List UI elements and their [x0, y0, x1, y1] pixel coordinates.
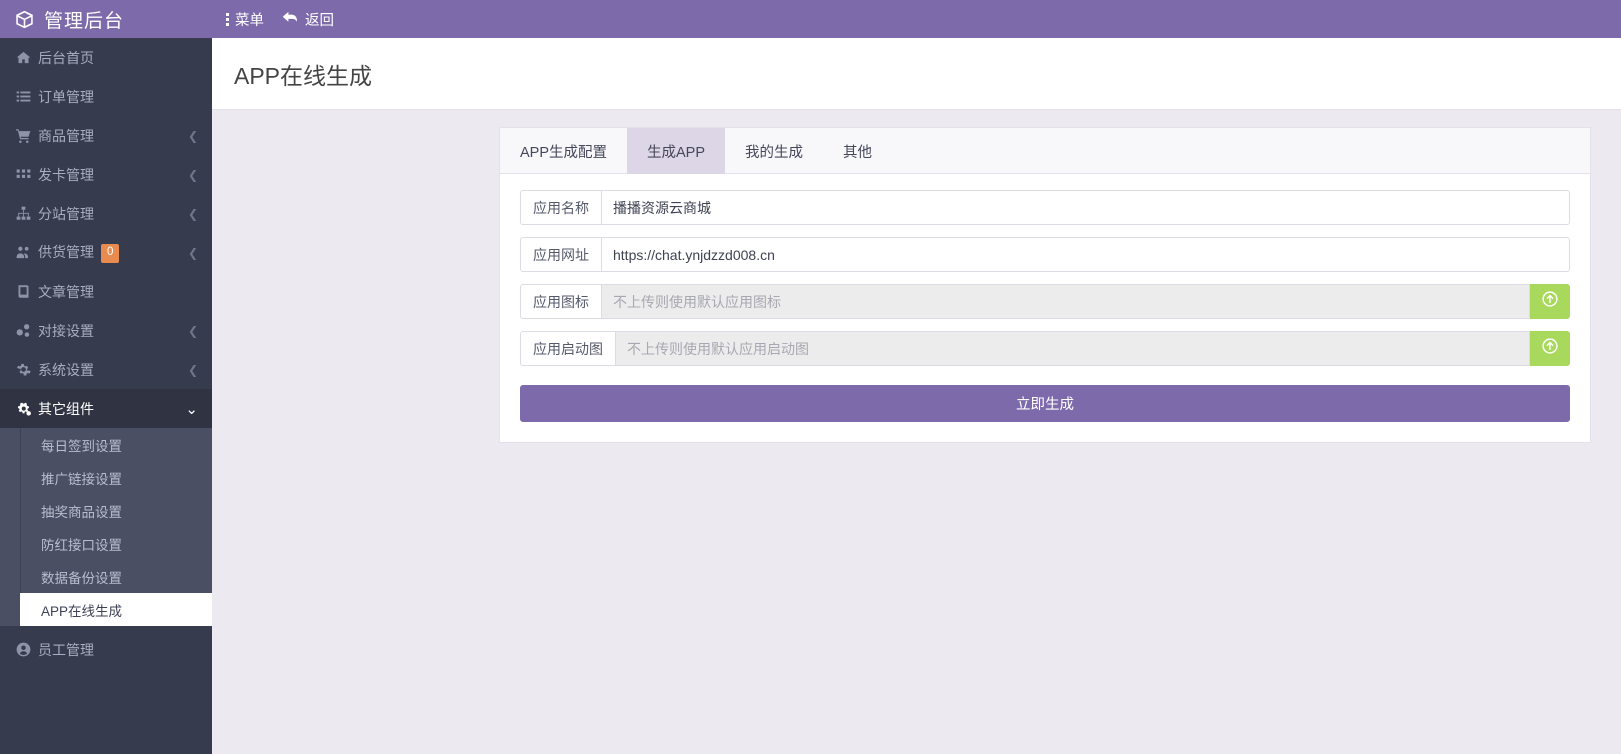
sidebar-item-orders[interactable]: 订单管理	[0, 77, 212, 116]
app-icon-upload-button[interactable]	[1530, 284, 1570, 319]
field-row-app-url: 应用网址	[520, 237, 1570, 272]
sidebar-item-label: 员工管理	[38, 641, 94, 658]
sidebar-subitem-label: 数据备份设置	[41, 570, 122, 586]
sidebar-subitem-label: 推广链接设置	[41, 471, 122, 487]
tab-label: APP生成配置	[520, 144, 608, 161]
tab-app-config[interactable]: APP生成配置	[500, 128, 627, 174]
sidebar-subitem-antired-api[interactable]: 防红接口设置	[0, 527, 212, 560]
book-icon	[16, 284, 38, 299]
gear-icon	[16, 362, 38, 377]
app-icon-label: 应用图标	[520, 284, 601, 319]
field-row-app-splash: 应用启动图	[520, 331, 1570, 366]
tab-label: 我的生成	[745, 144, 804, 161]
brand[interactable]: 管理后台	[0, 0, 212, 38]
top-nav: 菜单 返回	[226, 9, 334, 30]
app-splash-upload-button[interactable]	[1530, 331, 1570, 366]
sidebar: 后台首页 订单管理 商品管理 ❮ 发卡管理 ❮ 分站管理 ❮ 供货管理 0 ❮ …	[0, 38, 212, 754]
cube-icon	[14, 9, 35, 30]
sidebar-item-label: 对接设置	[38, 322, 94, 339]
main-content: APP在线生成 APP生成配置 生成APP 我的生成 其他 应用名称 应用网址 …	[212, 38, 1621, 754]
chevron-left-icon: ❮	[187, 362, 198, 377]
sidebar-subitem-lottery-goods[interactable]: 抽奖商品设置	[0, 494, 212, 527]
sidebar-item-label: 文章管理	[38, 283, 94, 300]
sidebar-item-label: 订单管理	[38, 88, 94, 105]
back-label: 返回	[305, 12, 334, 29]
sidebar-submenu: 每日签到设置 推广链接设置 抽奖商品设置 防红接口设置 数据备份设置 APP在线…	[0, 428, 212, 626]
back-button[interactable]: 返回	[282, 9, 334, 30]
field-row-app-name: 应用名称	[520, 190, 1570, 225]
vertical-dots-icon	[226, 12, 229, 26]
back-arrow-icon	[282, 10, 299, 29]
app-icon-input[interactable]	[601, 284, 1530, 319]
sidebar-item-label: 商品管理	[38, 127, 94, 144]
sidebar-subitem-label: 每日签到设置	[41, 438, 122, 454]
generate-now-button[interactable]: 立即生成	[520, 385, 1570, 422]
chevron-left-icon: ❮	[187, 206, 198, 221]
sidebar-item-articles[interactable]: 文章管理	[0, 272, 212, 311]
tab-my-generations[interactable]: 我的生成	[725, 128, 823, 174]
sidebar-item-label: 发卡管理	[38, 166, 94, 183]
field-row-app-icon: 应用图标	[520, 284, 1570, 319]
app-url-label: 应用网址	[520, 237, 601, 272]
sidebar-subitem-daily-signin[interactable]: 每日签到设置	[0, 428, 212, 461]
app-splash-label: 应用启动图	[520, 331, 615, 366]
app-generate-card: APP生成配置 生成APP 我的生成 其他 应用名称 应用网址 应用图标	[499, 127, 1591, 443]
sidebar-group-other-components[interactable]: 其它组件 ⌄	[0, 389, 212, 428]
cogs-icon	[16, 401, 38, 417]
page-header: APP在线生成	[212, 38, 1621, 110]
nodes-icon	[16, 323, 38, 338]
home-icon	[16, 50, 38, 65]
app-splash-input[interactable]	[615, 331, 1530, 366]
sidebar-subitem-data-backup[interactable]: 数据备份设置	[0, 560, 212, 593]
chevron-left-icon: ❮	[187, 245, 198, 260]
upload-circle-icon	[1541, 337, 1559, 360]
cart-icon	[16, 128, 38, 143]
sidebar-item-substation[interactable]: 分站管理 ❮	[0, 194, 212, 233]
sidebar-subitem-label: 抽奖商品设置	[41, 504, 122, 520]
app-generate-form: 应用名称 应用网址 应用图标	[500, 174, 1590, 442]
sidebar-item-staff[interactable]: 员工管理	[0, 630, 212, 669]
sidebar-item-integration[interactable]: 对接设置 ❮	[0, 311, 212, 350]
status-badge: 0	[101, 244, 120, 263]
brand-label: 管理后台	[44, 10, 125, 32]
sidebar-subitem-label: APP在线生成	[41, 603, 123, 619]
app-name-input[interactable]	[601, 190, 1570, 225]
sidebar-item-home[interactable]: 后台首页	[0, 38, 212, 77]
list-icon	[16, 89, 38, 104]
upload-circle-icon	[1541, 290, 1559, 313]
app-name-label: 应用名称	[520, 190, 601, 225]
sidebar-subitem-label: 防红接口设置	[41, 537, 122, 553]
sidebar-item-label: 系统设置	[38, 361, 94, 378]
sidebar-item-system-settings[interactable]: 系统设置 ❮	[0, 350, 212, 389]
sidebar-subitem-app-generate[interactable]: APP在线生成	[20, 593, 212, 626]
sitemap-icon	[16, 206, 38, 221]
tab-generate-app[interactable]: 生成APP	[627, 128, 726, 174]
sidebar-item-label: 供货管理 0	[38, 242, 188, 263]
sidebar-group-label: 其它组件	[38, 400, 94, 417]
menu-toggle-label: 菜单	[235, 12, 264, 29]
top-bar: 管理后台 菜单 返回	[0, 0, 1621, 38]
grid-icon	[16, 167, 38, 182]
chevron-left-icon: ❮	[187, 323, 198, 338]
sidebar-item-label: 分站管理	[38, 205, 94, 222]
menu-toggle-button[interactable]: 菜单	[226, 9, 264, 30]
sidebar-item-products[interactable]: 商品管理 ❮	[0, 116, 212, 155]
chevron-left-icon: ❮	[187, 167, 198, 182]
page-title: APP在线生成	[234, 62, 373, 89]
sidebar-item-supply[interactable]: 供货管理 0 ❮	[0, 233, 212, 272]
tab-label: 其他	[843, 144, 873, 161]
tab-bar: APP生成配置 生成APP 我的生成 其他	[500, 128, 1590, 174]
sidebar-subitem-promo-link[interactable]: 推广链接设置	[0, 461, 212, 494]
sidebar-item-label: 后台首页	[38, 49, 94, 66]
chevron-left-icon: ❮	[187, 128, 198, 143]
sidebar-item-card-issue[interactable]: 发卡管理 ❮	[0, 155, 212, 194]
user-circle-icon	[16, 642, 38, 657]
tab-other[interactable]: 其他	[823, 128, 892, 174]
tab-label: 生成APP	[647, 144, 706, 161]
chevron-down-icon: ⌄	[185, 400, 198, 418]
users-icon	[16, 245, 38, 260]
app-url-input[interactable]	[601, 237, 1570, 272]
